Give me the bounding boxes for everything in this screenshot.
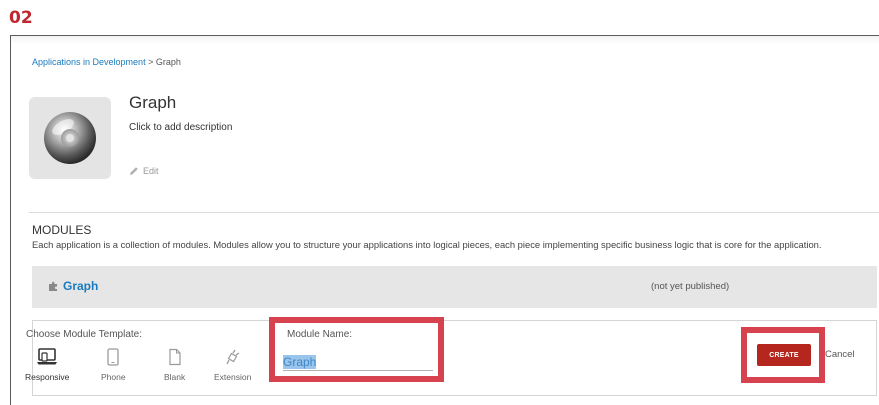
breadcrumb-separator: > [148,57,154,67]
template-label-phone: Phone [101,372,126,382]
module-name-input[interactable] [283,353,433,371]
blank-page-icon [169,348,181,366]
module-status: (not yet published) [651,281,730,292]
template-label-blank: Blank [164,372,186,382]
app-description[interactable]: Click to add description [129,122,232,133]
template-label-responsive: Responsive [25,372,70,382]
create-button[interactable]: CREATE [757,344,811,366]
module-row[interactable]: Graph (not yet published) [32,266,877,308]
module-name-link[interactable]: Graph [63,279,98,293]
app-icon[interactable] [29,97,111,179]
template-responsive[interactable]: Responsive [25,348,69,382]
section-divider [29,212,879,213]
modules-heading: MODULES [32,223,92,237]
template-phone[interactable]: Phone [101,348,126,382]
module-name-label: Module Name: [287,329,353,340]
app-title[interactable]: Graph [129,93,176,113]
template-extension[interactable]: Extension [214,348,251,382]
app-window: Applications in Development > Graph Grap… [10,35,879,405]
module-name-highlight [269,317,444,382]
modules-description: Each application is a collection of modu… [32,239,822,250]
disc-icon [44,112,96,164]
template-label-extension: Extension [214,372,252,382]
breadcrumb-applications-link[interactable]: Applications in Development [32,57,146,67]
cancel-link[interactable]: Cancel [825,349,855,360]
responsive-icon [37,348,58,365]
top-bar [11,36,879,44]
plug-icon [226,349,240,365]
breadcrumb: Applications in Development > Graph [32,57,181,67]
phone-icon [107,348,119,366]
breadcrumb-current: Graph [155,57,181,67]
template-label: Choose Module Template: [26,329,142,340]
edit-label: Edit [143,166,159,176]
pencil-icon [130,167,138,175]
puzzle-icon [49,281,57,291]
template-blank[interactable]: Blank [164,348,185,382]
step-label: 02 [9,8,33,28]
edit-link[interactable]: Edit [129,166,159,176]
